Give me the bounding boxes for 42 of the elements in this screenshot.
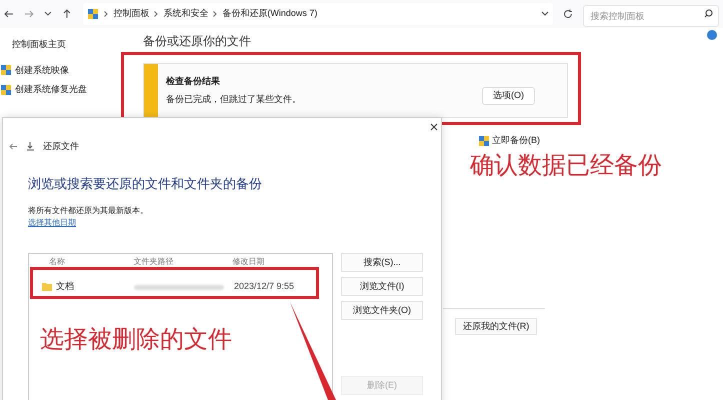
back-icon[interactable] [4, 9, 14, 19]
warning-strip [144, 64, 158, 117]
annotation-text: 选择被删除的文件 [40, 325, 232, 355]
column-header[interactable]: 名称 [29, 257, 134, 267]
dialog-button[interactable]: 搜索(S)... [341, 253, 423, 272]
modified-date: 2023/12/7 9:55 [234, 280, 294, 294]
file-name: 文档 [56, 280, 74, 294]
dialog-title: 还原文件 [43, 140, 79, 153]
sidebar-link[interactable]: 创建系统映像 [15, 64, 69, 77]
folder-icon [42, 283, 52, 291]
search-field[interactable]: 搜索控制面板 [583, 5, 719, 27]
dropdown-icon[interactable] [44, 10, 52, 18]
chevron-icon [154, 11, 158, 17]
restore-files-button[interactable]: 还原我的文件(R) [455, 318, 537, 335]
notification-message: 备份已完成，但跳过了某些文件。 [166, 92, 301, 106]
search-icon [704, 9, 713, 18]
chevron-icon [104, 11, 108, 17]
file-row[interactable]: 文档 2023/12/7 9:55 [29, 276, 332, 298]
breadcrumb[interactable]: 系统和安全 [163, 7, 208, 21]
description-text: 将所有文件都还原为其最新版本。 [28, 205, 149, 217]
dialog-button[interactable]: 浏览文件(I) [341, 277, 423, 296]
dialog-button[interactable]: 浏览文件夹(O) [341, 301, 423, 320]
up-icon[interactable] [62, 9, 72, 19]
breadcrumb[interactable]: 控制面板 [113, 7, 150, 21]
notification-title: 检查备份结果 [166, 75, 221, 88]
options-button[interactable]: 选项(O) [482, 86, 535, 104]
sidebar-link[interactable]: 控制面板主页 [12, 38, 66, 52]
chevron-icon [213, 11, 218, 17]
annotation-text: 确认数据已经备份 [470, 151, 662, 181]
dropdown-icon[interactable] [541, 10, 550, 18]
sidebar-link[interactable]: 创建系统修复光盘 [15, 83, 87, 96]
dialog-heading: 浏览或搜索要还原的文件和文件夹的备份 [28, 174, 263, 192]
refresh-icon[interactable] [563, 9, 574, 19]
forward-icon[interactable] [24, 9, 34, 19]
backup-now-button[interactable]: 立即备份(B) [478, 134, 540, 148]
address-bar[interactable]: 控制面板 系统和安全 备份和还原(Windows 7) [83, 3, 554, 25]
choose-date-link[interactable]: 选择其他日期 [28, 217, 76, 229]
close-icon[interactable] [430, 123, 438, 131]
column-header[interactable]: 文件夹路径 [133, 257, 233, 267]
page-title: 备份或还原你的文件 [143, 34, 251, 48]
breadcrumb[interactable]: 备份和还原(Windows 7) [222, 7, 318, 21]
column-header[interactable]: 修改日期 [232, 257, 332, 267]
